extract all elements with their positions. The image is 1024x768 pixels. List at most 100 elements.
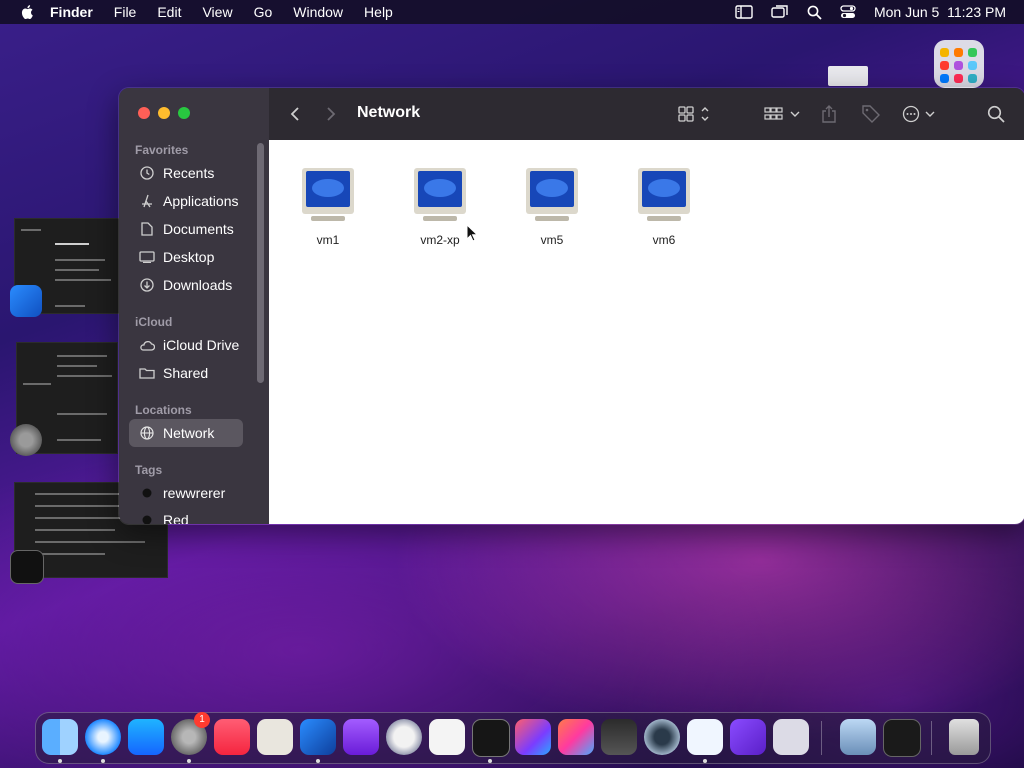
control-center-icon[interactable] (840, 5, 856, 19)
apple-icon[interactable] (20, 5, 34, 19)
safari-app-icon[interactable] (85, 719, 121, 755)
finder-app-icon[interactable] (42, 719, 78, 755)
menu-view[interactable]: View (202, 4, 232, 20)
sidebar-item-label: Desktop (163, 249, 215, 265)
mailbird-app-icon[interactable] (10, 285, 42, 317)
menu-help[interactable]: Help (364, 4, 393, 20)
bbedit-icon[interactable] (386, 719, 422, 755)
view-mode-button[interactable] (677, 102, 713, 126)
sidebar-item-documents[interactable]: Documents (129, 215, 243, 243)
menu-window[interactable]: Window (293, 4, 343, 20)
finder-toolbar: Network (269, 88, 1024, 140)
sidebar-item-downloads[interactable]: Downloads (129, 271, 243, 299)
spotlight-search-icon[interactable] (807, 5, 822, 20)
desktop-document-icon[interactable] (828, 66, 868, 86)
podcasts-stack-icon[interactable] (343, 719, 379, 755)
keyboard-shortcuts-icon[interactable] (883, 719, 921, 757)
tag-icon (862, 105, 880, 123)
running-indicator (101, 759, 105, 763)
tag-dot-icon (139, 512, 155, 524)
sidebar-item-icloud-drive[interactable]: iCloud Drive (129, 331, 243, 359)
network-item-vm5[interactable]: vm5 (507, 166, 597, 247)
visual-studio-icon[interactable] (730, 719, 766, 755)
textedit-icon[interactable] (429, 719, 465, 755)
dock-separator (821, 721, 822, 755)
sidebar-item-label: Recents (163, 165, 215, 181)
photo-app-icon[interactable] (558, 719, 594, 755)
finder-window: Favorites Recents Applications Documents… (118, 87, 1024, 525)
dock-separator (931, 721, 932, 755)
more-actions-button[interactable] (901, 102, 939, 126)
back-button[interactable] (289, 102, 301, 126)
group-button[interactable] (763, 102, 803, 126)
script-editor-icon[interactable] (257, 719, 293, 755)
sidebar-item-desktop[interactable]: Desktop (129, 243, 243, 271)
group-by-icon (764, 107, 800, 120)
menu-file[interactable]: File (114, 4, 137, 20)
computer-monitor-icon (638, 168, 690, 221)
launchpad-widget-icon[interactable] (934, 40, 984, 88)
zoom-button[interactable] (178, 107, 190, 119)
ellipsis-circle-icon (902, 105, 935, 123)
shortcuts-icon[interactable] (515, 719, 551, 755)
tag-dot-icon (139, 485, 155, 501)
menubar-clock[interactable]: Mon Jun 5 11:23 PM (874, 4, 1006, 20)
sidebar-item-label: Network (163, 425, 215, 441)
terminal-thumb-icon[interactable] (10, 550, 44, 584)
music-app-icon[interactable] (214, 719, 250, 755)
menu-app-finder[interactable]: Finder (50, 4, 93, 20)
sidebar-item-applications[interactable]: Applications (129, 187, 243, 215)
sidebar-section-icloud: iCloud (135, 315, 173, 329)
vscode-icon[interactable] (687, 719, 723, 755)
sidebar-item-label: Applications (163, 193, 239, 209)
close-button[interactable] (138, 107, 150, 119)
chevron-right-icon (327, 107, 336, 121)
computer-monitor-icon (414, 168, 466, 221)
sidebar-item-recents[interactable]: Recents (129, 159, 243, 187)
screen-mirroring-icon[interactable] (771, 5, 789, 19)
menu-go[interactable]: Go (254, 4, 273, 20)
forward-button[interactable] (325, 102, 337, 126)
sidebar-item-tag-rewwrerer[interactable]: rewwrerer (129, 479, 243, 507)
sidebar-section-tags: Tags (135, 463, 163, 477)
applications-icon (139, 193, 155, 209)
network-item-vm1[interactable]: vm1 (283, 166, 373, 247)
sidebar-item-shared[interactable]: Shared (129, 359, 243, 387)
network-item-vm6[interactable]: vm6 (619, 166, 709, 247)
garageband-icon[interactable] (601, 719, 637, 755)
shared-folder-icon (139, 365, 155, 381)
finder-sidebar: Favorites Recents Applications Documents… (119, 88, 269, 524)
menu-edit[interactable]: Edit (157, 4, 181, 20)
icon-view-grid-icon (678, 106, 709, 122)
search-button[interactable] (987, 102, 1005, 126)
trash-icon[interactable] (949, 719, 979, 755)
mailbird-icon[interactable] (300, 719, 336, 755)
running-indicator (316, 759, 320, 763)
menu-bar: Finder File Edit View Go Window Help Mon… (0, 0, 1024, 24)
finder-content-area[interactable]: vm1 vm2-xp vm5 vm6 (269, 140, 1024, 524)
tag-button[interactable] (861, 102, 881, 126)
launchpad-icon[interactable] (773, 719, 809, 755)
app-store-icon[interactable] (128, 719, 164, 755)
preview-icon[interactable] (840, 719, 876, 755)
sidebar-section-favorites: Favorites (135, 143, 189, 157)
running-indicator (58, 759, 62, 763)
computer-monitor-icon (526, 168, 578, 221)
share-button[interactable] (821, 102, 837, 126)
search-icon (987, 105, 1005, 123)
network-item-label: vm5 (540, 233, 564, 247)
minimize-button[interactable] (158, 107, 170, 119)
system-settings-thumb-icon[interactable] (10, 424, 42, 456)
sidebar-scrollbar[interactable] (257, 143, 264, 383)
mouse-cursor-icon (466, 224, 478, 242)
download-icon (139, 277, 155, 293)
sidebar-item-label: Shared (163, 365, 209, 381)
sidebar-item-network[interactable]: Network (129, 419, 243, 447)
sidebar-item-label: Documents (163, 221, 234, 237)
sidebar-toggle-icon[interactable] (735, 5, 753, 19)
clock-icon (139, 165, 155, 181)
quicktime-icon[interactable] (644, 719, 680, 755)
terminal-icon[interactable] (472, 719, 510, 757)
notification-badge: 1 (194, 712, 210, 728)
sidebar-item-tag-red[interactable]: Red (129, 506, 243, 524)
